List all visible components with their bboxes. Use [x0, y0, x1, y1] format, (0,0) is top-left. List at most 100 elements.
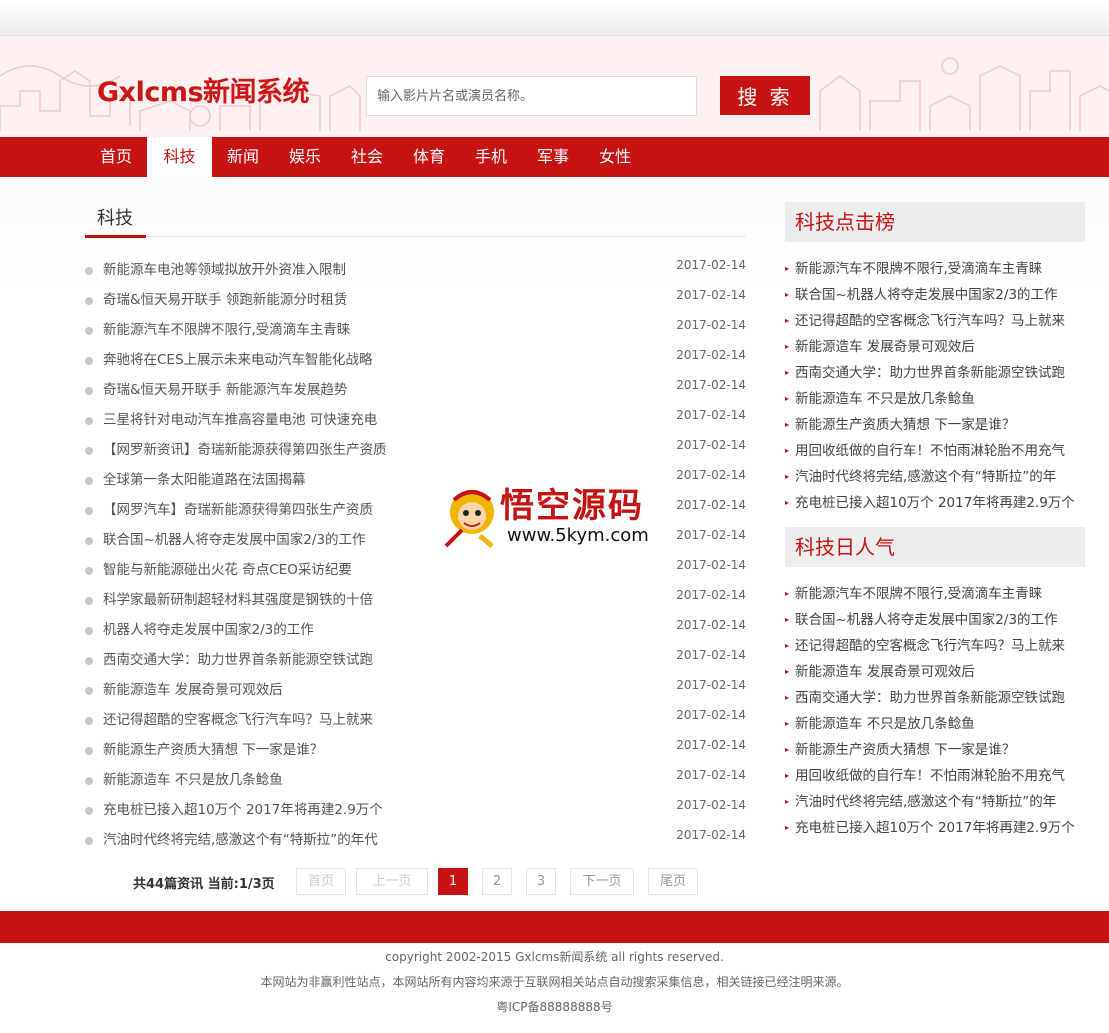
sidebar-item-link[interactable]: 新能源造车 发展奇景可观效后 [795, 339, 975, 355]
news-list-item[interactable]: 还记得超酷的空客概念飞行汽车吗？马上就来 2017-02-14 [85, 708, 746, 738]
watermark-name: 悟空源码 [500, 486, 644, 526]
footer-icp[interactable]: 粤ICP备88888888号 [0, 998, 1109, 1015]
sidebar-list-item[interactable]: ▸ 联合国~机器人将夺走发展中国家2/3的工作 [785, 283, 1085, 309]
sidebar-item-link[interactable]: 还记得超酷的空客概念飞行汽车吗？马上就来 [795, 638, 1065, 654]
news-title-link[interactable]: 还记得超酷的空客概念飞行汽车吗？马上就来 [103, 708, 373, 728]
sidebar-list-item[interactable]: ▸ 新能源造车 不只是放几条鲶鱼 [785, 387, 1085, 413]
news-list-item[interactable]: 西南交通大学：助力世界首条新能源空铁试跑 2017-02-14 [85, 648, 746, 678]
page-next-button[interactable]: 下一页 [570, 868, 634, 895]
sidebar-item-link[interactable]: 新能源生产资质大猜想 下一家是谁？ [795, 742, 1015, 758]
news-list-item[interactable]: 科学家最新研制超轻材料其强度是钢铁的十倍 2017-02-14 [85, 588, 746, 618]
sidebar-list-item[interactable]: ▸ 新能源造车 不只是放几条鲶鱼 [785, 712, 1085, 738]
sidebar-list-item[interactable]: ▸ 用回收纸做的自行车！不怕雨淋轮胎不用充气 [785, 764, 1085, 790]
nav-item-home[interactable]: 首页 [85, 137, 147, 177]
sidebar-item-link[interactable]: 联合国~机器人将夺走发展中国家2/3的工作 [795, 287, 1058, 303]
news-list-item[interactable]: 新能源汽车不限牌不限行,受滴滴车主青睐 2017-02-14 [85, 318, 746, 348]
page-last-button[interactable]: 尾页 [648, 868, 698, 895]
news-title-link[interactable]: 科学家最新研制超轻材料其强度是钢铁的十倍 [103, 588, 373, 608]
sidebar-item-link[interactable]: 联合国~机器人将夺走发展中国家2/3的工作 [795, 612, 1058, 628]
page-number-1[interactable]: 1 [438, 868, 468, 895]
news-list-item[interactable]: 新能源造车 不只是放几条鲶鱼 2017-02-14 [85, 768, 746, 798]
news-list-item[interactable]: 奔驰将在CES上展示未来电动汽车智能化战略 2017-02-14 [85, 348, 746, 378]
sidebar-item-link[interactable]: 汽油时代终将完结,感激这个有“特斯拉”的年 [795, 469, 1056, 485]
nav-item-entertainment[interactable]: 娱乐 [274, 137, 336, 177]
news-title-link[interactable]: 全球第一条太阳能道路在法国揭幕 [103, 468, 306, 488]
news-list-item[interactable]: 奇瑞&恒天易开联手 新能源汽车发展趋势 2017-02-14 [85, 378, 746, 408]
nav-item-sports[interactable]: 体育 [398, 137, 460, 177]
sidebar-list-item[interactable]: ▸ 新能源造车 发展奇景可观效后 [785, 660, 1085, 686]
page-prev-button[interactable]: 上一页 [356, 868, 428, 895]
site-logo[interactable]: Gxlcms新闻系统 [97, 70, 310, 109]
sidebar-item-link[interactable]: 汽油时代终将完结,感激这个有“特斯拉”的年 [795, 794, 1056, 810]
sidebar-item-link[interactable]: 用回收纸做的自行车！不怕雨淋轮胎不用充气 [795, 768, 1065, 784]
news-list-item[interactable]: 奇瑞&恒天易开联手 领跑新能源分时租赁 2017-02-14 [85, 288, 746, 318]
news-list-item[interactable]: 新能源生产资质大猜想 下一家是谁？ 2017-02-14 [85, 738, 746, 768]
news-list-item[interactable]: 【网罗新资讯】奇瑞新能源获得第四张生产资质 2017-02-14 [85, 438, 746, 468]
news-title-link[interactable]: 【网罗新资讯】奇瑞新能源获得第四张生产资质 [103, 438, 387, 458]
sidebar-item-link[interactable]: 还记得超酷的空客概念飞行汽车吗？马上就来 [795, 313, 1065, 329]
sidebar-list-item[interactable]: ▸ 新能源生产资质大猜想 下一家是谁？ [785, 413, 1085, 439]
sidebar-item-link[interactable]: 新能源造车 不只是放几条鲶鱼 [795, 716, 975, 732]
nav-item-mobile[interactable]: 手机 [460, 137, 522, 177]
news-list-item[interactable]: 三星将针对电动汽车推高容量电池 可快速充电 2017-02-14 [85, 408, 746, 438]
news-title-link[interactable]: 新能源造车 发展奇景可观效后 [103, 678, 283, 698]
page-first-button[interactable]: 首页 [296, 868, 346, 895]
nav-item-women[interactable]: 女性 [584, 137, 646, 177]
news-list-item[interactable]: 充电桩已接入超10万个 2017年将再建2.9万个 2017-02-14 [85, 798, 746, 828]
sidebar-item-link[interactable]: 新能源造车 发展奇景可观效后 [795, 664, 975, 680]
sidebar-list-item[interactable]: ▸ 新能源生产资质大猜想 下一家是谁？ [785, 738, 1085, 764]
news-list-item[interactable]: 智能与新能源碰出火花 奇点CEO采访纪要 2017-02-14 [85, 558, 746, 588]
news-title-link[interactable]: 新能源车电池等领域拟放开外资准入限制 [103, 258, 346, 278]
sidebar-list-item[interactable]: ▸ 新能源汽车不限牌不限行,受滴滴车主青睐 [785, 257, 1085, 283]
sidebar-item-link[interactable]: 新能源造车 不只是放几条鲶鱼 [795, 391, 975, 407]
sidebar-list-item[interactable]: ▸ 新能源汽车不限牌不限行,受滴滴车主青睐 [785, 582, 1085, 608]
sidebar-item-link[interactable]: 充电桩已接入超10万个 2017年将再建2.9万个 [795, 495, 1075, 511]
news-title-link[interactable]: 新能源造车 不只是放几条鲶鱼 [103, 768, 283, 788]
news-title-link[interactable]: 充电桩已接入超10万个 2017年将再建2.9万个 [103, 798, 383, 818]
page-number-3[interactable]: 3 [526, 868, 556, 895]
news-list-item[interactable]: 新能源造车 发展奇景可观效后 2017-02-14 [85, 678, 746, 708]
news-title-link[interactable]: 西南交通大学：助力世界首条新能源空铁试跑 [103, 648, 373, 668]
news-title-link[interactable]: 智能与新能源碰出火花 奇点CEO采访纪要 [103, 558, 352, 578]
sidebar-list-item[interactable]: ▸ 西南交通大学：助力世界首条新能源空铁试跑 [785, 361, 1085, 387]
news-title-link[interactable]: 新能源生产资质大猜想 下一家是谁？ [103, 738, 323, 758]
sidebar-list-item[interactable]: ▸ 西南交通大学：助力世界首条新能源空铁试跑 [785, 686, 1085, 712]
sidebar-list-item[interactable]: ▸ 充电桩已接入超10万个 2017年将再建2.9万个 [785, 491, 1085, 517]
sidebar-item-link[interactable]: 充电桩已接入超10万个 2017年将再建2.9万个 [795, 820, 1075, 836]
nav-item-tech[interactable]: 科技 [147, 137, 212, 177]
news-title-link[interactable]: 新能源汽车不限牌不限行,受滴滴车主青睐 [103, 318, 350, 338]
news-title-link[interactable]: 机器人将夺走发展中国家2/3的工作 [103, 618, 314, 638]
sidebar-list-item[interactable]: ▸ 新能源造车 发展奇景可观效后 [785, 335, 1085, 361]
search-button[interactable]: 搜 索 [720, 76, 810, 115]
news-date: 2017-02-14 [676, 648, 746, 662]
news-title-link[interactable]: 汽油时代终将完结,感激这个有“特斯拉”的年代 [103, 828, 378, 848]
search-input[interactable] [366, 76, 697, 116]
sidebar-item-link[interactable]: 西南交通大学：助力世界首条新能源空铁试跑 [795, 690, 1065, 706]
sidebar-item-link[interactable]: 用回收纸做的自行车！不怕雨淋轮胎不用充气 [795, 443, 1065, 459]
nav-item-military[interactable]: 军事 [522, 137, 584, 177]
sidebar-list-item[interactable]: ▸ 还记得超酷的空客概念飞行汽车吗？马上就来 [785, 634, 1085, 660]
sidebar-list-item[interactable]: ▸ 还记得超酷的空客概念飞行汽车吗？马上就来 [785, 309, 1085, 335]
sidebar-item-link[interactable]: 西南交通大学：助力世界首条新能源空铁试跑 [795, 365, 1065, 381]
news-list-item[interactable]: 汽油时代终将完结,感激这个有“特斯拉”的年代 2017-02-14 [85, 828, 746, 858]
page-number-2[interactable]: 2 [482, 868, 512, 895]
nav-item-news[interactable]: 新闻 [212, 137, 274, 177]
sidebar-list-item[interactable]: ▸ 联合国~机器人将夺走发展中国家2/3的工作 [785, 608, 1085, 634]
news-list-item[interactable]: 机器人将夺走发展中国家2/3的工作 2017-02-14 [85, 618, 746, 648]
news-list-item[interactable]: 新能源车电池等领域拟放开外资准入限制 2017-02-14 [85, 258, 746, 288]
news-title-link[interactable]: 联合国~机器人将夺走发展中国家2/3的工作 [103, 528, 366, 548]
arrow-bullet-icon: ▸ [785, 589, 790, 598]
news-title-link[interactable]: 奇瑞&恒天易开联手 新能源汽车发展趋势 [103, 378, 347, 398]
sidebar-list-item[interactable]: ▸ 充电桩已接入超10万个 2017年将再建2.9万个 [785, 816, 1085, 842]
news-title-link[interactable]: 三星将针对电动汽车推高容量电池 可快速充电 [103, 408, 377, 428]
sidebar-item-link[interactable]: 新能源生产资质大猜想 下一家是谁？ [795, 417, 1015, 433]
nav-item-society[interactable]: 社会 [336, 137, 398, 177]
sidebar-list-item[interactable]: ▸ 用回收纸做的自行车！不怕雨淋轮胎不用充气 [785, 439, 1085, 465]
sidebar-list-item[interactable]: ▸ 汽油时代终将完结,感激这个有“特斯拉”的年 [785, 790, 1085, 816]
news-title-link[interactable]: 奔驰将在CES上展示未来电动汽车智能化战略 [103, 348, 373, 368]
sidebar-list-item[interactable]: ▸ 汽油时代终将完结,感激这个有“特斯拉”的年 [785, 465, 1085, 491]
news-title-link[interactable]: 奇瑞&恒天易开联手 领跑新能源分时租赁 [103, 288, 347, 308]
sidebar-item-link[interactable]: 新能源汽车不限牌不限行,受滴滴车主青睐 [795, 261, 1042, 277]
news-title-link[interactable]: 【网罗汽车】奇瑞新能源获得第四张生产资质 [103, 498, 373, 518]
sidebar-item-link[interactable]: 新能源汽车不限牌不限行,受滴滴车主青睐 [795, 586, 1042, 602]
